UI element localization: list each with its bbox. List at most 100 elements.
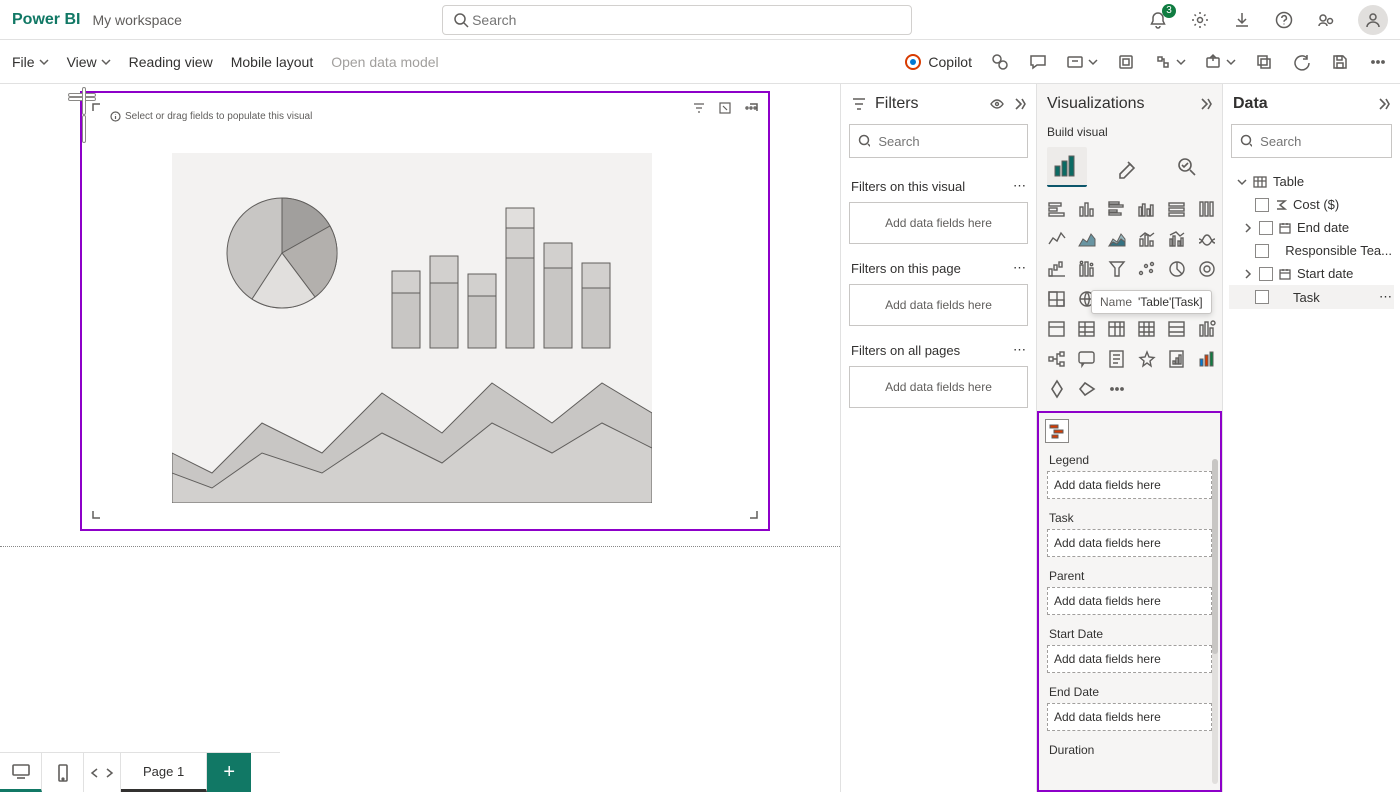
python-visual-icon[interactable] (1165, 317, 1189, 341)
data-search[interactable] (1231, 124, 1392, 158)
desktop-view-button[interactable] (0, 753, 42, 792)
clustered-column-icon[interactable] (1135, 197, 1159, 221)
field-more-icon[interactable]: ⋯ (1379, 289, 1392, 305)
power-automate-icon[interactable] (1195, 347, 1219, 371)
waterfall-icon[interactable] (1045, 257, 1069, 281)
more-options-icon[interactable] (744, 101, 758, 118)
treemap-icon[interactable] (1195, 257, 1219, 281)
more-icon[interactable] (1368, 52, 1388, 72)
well-parent-drop[interactable]: Add data fields here (1047, 587, 1212, 615)
key-influencers-icon[interactable] (1195, 317, 1219, 341)
power-apps-icon[interactable] (1165, 347, 1189, 371)
filters-search-input[interactable] (876, 133, 1019, 150)
copilot-button[interactable]: Copilot (904, 53, 972, 71)
wells-scrollbar[interactable] (1212, 459, 1218, 784)
filters-all-dropzone[interactable]: Add data fields here (849, 366, 1028, 408)
clustered-bar-icon[interactable] (1105, 197, 1129, 221)
add-page-button[interactable]: + (207, 753, 251, 792)
get-more-visuals-icon[interactable] (1105, 377, 1129, 401)
table-icon[interactable] (1075, 317, 1099, 341)
filters-search[interactable] (849, 124, 1028, 158)
filters-visual-dropzone[interactable]: Add data fields here (849, 202, 1028, 244)
line-clustered-column-icon[interactable] (1165, 227, 1189, 251)
well-legend-drop[interactable]: Add data fields here (1047, 471, 1212, 499)
next-page-icon[interactable] (104, 768, 114, 778)
mobile-layout-button[interactable]: Mobile layout (231, 54, 314, 70)
pin-icon[interactable] (1116, 52, 1136, 72)
decomposition-tree-icon[interactable] (1045, 347, 1069, 371)
settings-icon[interactable] (1190, 10, 1210, 30)
collapse-pane-icon[interactable] (1376, 97, 1390, 111)
feedback-icon[interactable] (1316, 10, 1336, 30)
checkbox[interactable] (1259, 221, 1273, 235)
scatter-icon[interactable] (1105, 257, 1129, 281)
stacked-column-icon[interactable] (1075, 197, 1099, 221)
paginated-report-icon[interactable] (1135, 347, 1159, 371)
smart-narrative-icon[interactable] (1105, 347, 1129, 371)
more-icon[interactable]: ⋯ (1013, 342, 1026, 358)
download-icon[interactable] (1232, 10, 1252, 30)
file-menu[interactable]: File (12, 54, 49, 70)
global-search[interactable] (442, 5, 912, 35)
format-visual-tab[interactable] (1107, 147, 1147, 187)
corner-bl[interactable] (92, 505, 106, 519)
hundred-stacked-column-icon[interactable] (1195, 197, 1219, 221)
matrix-icon[interactable] (1105, 317, 1129, 341)
checkbox[interactable] (1255, 244, 1269, 258)
lineage-button[interactable] (1154, 53, 1186, 71)
well-task-drop[interactable]: Add data fields here (1047, 529, 1212, 557)
collapse-pane-icon[interactable] (1012, 97, 1026, 111)
line-chart-icon[interactable] (1045, 227, 1069, 251)
corner-br[interactable] (744, 505, 758, 519)
comment-icon[interactable] (1028, 52, 1048, 72)
mobile-view-button[interactable] (42, 753, 84, 792)
export-button[interactable] (1204, 53, 1236, 71)
table-node[interactable]: Table (1229, 170, 1394, 193)
r-visual-icon[interactable] (1135, 317, 1159, 341)
build-visual-tab[interactable] (1047, 147, 1087, 187)
global-search-input[interactable] (470, 11, 903, 29)
refresh-icon[interactable] (1292, 52, 1312, 72)
line-stacked-column-icon[interactable] (1135, 227, 1159, 251)
field-cost[interactable]: Cost ($) (1229, 193, 1394, 216)
well-enddate-drop[interactable]: Add data fields here (1047, 703, 1212, 731)
filter-icon[interactable] (692, 101, 706, 118)
explore-icon[interactable] (990, 52, 1010, 72)
hundred-stacked-bar-icon[interactable] (1165, 197, 1189, 221)
corner-tl[interactable] (92, 103, 106, 117)
collapse-pane-icon[interactable] (1198, 97, 1212, 111)
data-search-input[interactable] (1258, 133, 1383, 150)
teams-share-button[interactable] (1066, 53, 1098, 71)
reading-view-button[interactable]: Reading view (129, 54, 213, 70)
checkbox[interactable] (1255, 198, 1269, 212)
stacked-bar-icon[interactable] (1045, 197, 1069, 221)
funnel-icon[interactable] (1075, 257, 1099, 281)
field-start-date[interactable]: Start date (1229, 262, 1394, 285)
donut-chart-icon[interactable] (1165, 257, 1189, 281)
visibility-icon[interactable] (990, 97, 1004, 111)
custom-visual-2-icon[interactable] (1075, 377, 1099, 401)
workspace-name[interactable]: My workspace (92, 12, 181, 28)
avatar[interactable] (1358, 5, 1388, 35)
more-icon[interactable]: ⋯ (1013, 178, 1026, 194)
analytics-tab[interactable] (1167, 147, 1207, 187)
view-menu[interactable]: View (67, 54, 111, 70)
field-task[interactable]: Task ⋯ (1229, 285, 1394, 309)
filters-page-dropzone[interactable]: Add data fields here (849, 284, 1028, 326)
field-end-date[interactable]: End date (1229, 216, 1394, 239)
custom-visual-1-icon[interactable] (1045, 377, 1069, 401)
ribbon-chart-icon[interactable] (1195, 227, 1219, 251)
focus-mode-icon[interactable] (718, 101, 732, 118)
more-icon[interactable]: ⋯ (1013, 260, 1026, 276)
copy-icon[interactable] (1254, 52, 1274, 72)
map-icon[interactable] (1045, 287, 1069, 311)
stacked-area-icon[interactable] (1105, 227, 1129, 251)
notifications-icon[interactable]: 3 (1148, 10, 1168, 30)
selected-visual-type-icon[interactable] (1045, 419, 1069, 443)
resize-handle-left[interactable] (82, 87, 86, 115)
visual-container-selected[interactable]: Select or drag fields to populate this v… (80, 91, 770, 531)
area-chart-icon[interactable] (1075, 227, 1099, 251)
prev-page-icon[interactable] (90, 768, 100, 778)
field-responsible[interactable]: Responsible Tea... (1229, 239, 1394, 262)
qa-visual-icon[interactable] (1075, 347, 1099, 371)
